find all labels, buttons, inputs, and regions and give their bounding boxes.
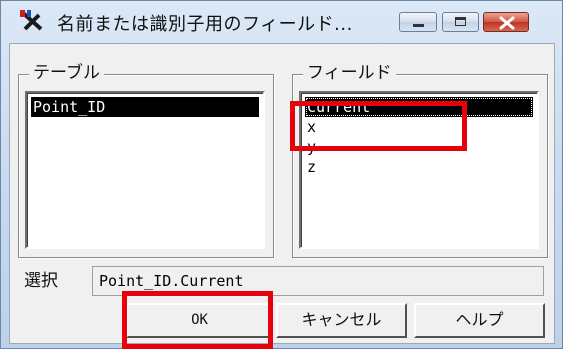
table-group-label: テーブル — [29, 62, 104, 84]
selection-field[interactable]: Point_ID.Current — [92, 266, 544, 296]
app-icon — [20, 10, 43, 31]
close-icon — [499, 16, 515, 30]
help-button[interactable]: ヘルプ — [414, 303, 545, 338]
field-list-item-z[interactable]: z — [305, 157, 533, 177]
dialog-window: 名前または識別子用のフィールド... テーブル Point_ID フィールド C… — [0, 0, 563, 349]
maximize-button[interactable] — [442, 12, 479, 32]
window-title: 名前または識別子用のフィールド... — [57, 14, 353, 35]
field-list-item-x[interactable]: x — [305, 117, 533, 137]
selection-label: 選択 — [24, 271, 58, 291]
dialog-body: テーブル Point_ID フィールド Current x y z 選択 Poi… — [9, 43, 555, 344]
maximize-icon — [455, 17, 466, 26]
field-group: フィールド Current x y z — [292, 62, 548, 258]
table-list-item[interactable]: Point_ID — [31, 97, 259, 117]
field-list-item-current[interactable]: Current — [305, 97, 533, 117]
close-button[interactable] — [483, 12, 529, 32]
table-group: テーブル Point_ID — [18, 62, 274, 258]
field-group-label: フィールド — [303, 62, 396, 84]
cancel-button[interactable]: キャンセル — [276, 303, 407, 338]
ok-button[interactable]: OK — [126, 303, 273, 338]
table-listbox[interactable]: Point_ID — [25, 91, 265, 249]
field-listbox[interactable]: Current x y z — [299, 91, 539, 249]
field-list-item-y[interactable]: y — [305, 137, 533, 157]
minimize-icon — [413, 24, 424, 27]
title-bar[interactable]: 名前または識別子用のフィールド... — [1, 1, 562, 39]
minimize-button[interactable] — [399, 12, 437, 32]
